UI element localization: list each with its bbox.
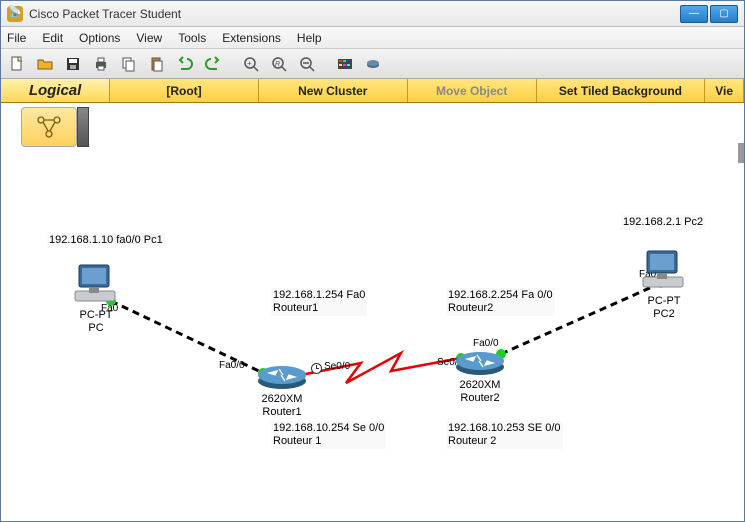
copy-icon[interactable] xyxy=(117,52,141,76)
menu-help[interactable]: Help xyxy=(297,31,322,45)
r2-name: Router2 xyxy=(460,392,499,404)
label-r2-se: 192.168.10.253 SE 0/0 Routeur 2 xyxy=(446,421,563,449)
scroll-indicator xyxy=(738,143,744,163)
minimize-button[interactable]: — xyxy=(680,5,708,23)
nav-new-cluster[interactable]: New Cluster xyxy=(259,79,408,102)
label-r1-fa: 192.168.1.254 Fa0 Routeur1 xyxy=(271,288,367,316)
menu-edit[interactable]: Edit xyxy=(42,31,63,45)
svg-text:R: R xyxy=(275,61,280,68)
nav-viewport[interactable]: Vie xyxy=(705,79,744,102)
device-pc1[interactable]: PC-PTPC xyxy=(71,263,121,334)
pc2-model: PC-PT xyxy=(648,295,681,307)
r1-model: 2620XM xyxy=(262,393,303,405)
window-buttons: — ▢ xyxy=(680,5,738,23)
pc2-name: PC2 xyxy=(653,308,674,320)
logical-handle[interactable] xyxy=(77,107,89,147)
open-file-icon[interactable] xyxy=(33,52,57,76)
title-bar: Cisco Packet Tracer Student — ▢ xyxy=(1,1,744,27)
menu-options[interactable]: Options xyxy=(79,31,120,45)
paste-icon[interactable] xyxy=(145,52,169,76)
new-file-icon[interactable] xyxy=(5,52,29,76)
zoom-reset-icon[interactable]: R xyxy=(267,52,291,76)
print-icon[interactable] xyxy=(89,52,113,76)
tab-logical[interactable]: Logical xyxy=(1,79,110,102)
nav-bar: Logical [Root] New Cluster Move Object S… xyxy=(1,79,744,103)
menu-bar: File Edit Options View Tools Extensions … xyxy=(1,27,744,49)
toolbar: + R xyxy=(1,49,744,79)
r2-model: 2620XM xyxy=(460,379,501,391)
device-router2[interactable]: 2620XMRouter2 xyxy=(453,347,507,404)
undo-icon[interactable] xyxy=(173,52,197,76)
app-icon xyxy=(7,6,23,22)
zoom-in-icon[interactable]: + xyxy=(239,52,263,76)
zoom-out-icon[interactable] xyxy=(295,52,319,76)
menu-tools[interactable]: Tools xyxy=(178,31,206,45)
label-r2-fa: 192.168.2.254 Fa 0/0 Routeur2 xyxy=(446,288,555,316)
redo-icon[interactable] xyxy=(201,52,225,76)
logical-view-icon[interactable] xyxy=(21,107,77,147)
maximize-button[interactable]: ▢ xyxy=(710,5,738,23)
label-pc2-ip: 192.168.2.1 Pc2 xyxy=(621,215,705,230)
label-r1-se: 192.168.10.254 Se 0/0 Routeur 1 xyxy=(271,421,386,449)
r1-name: Router1 xyxy=(262,406,301,418)
label-pc1-ip: 192.168.1.10 fa0/0 Pc1 xyxy=(47,233,165,248)
workspace-canvas[interactable]: 192.168.1.10 fa0/0 Pc1 192.168.2.1 Pc2 1… xyxy=(1,103,744,521)
iflabel-r1fa: Fa0/0 xyxy=(219,360,245,371)
save-icon[interactable] xyxy=(61,52,85,76)
nav-tiled-bg[interactable]: Set Tiled Background xyxy=(537,79,706,102)
clock-icon xyxy=(311,363,322,374)
device-pc2[interactable]: PC-PTPC2 xyxy=(639,249,689,320)
device-router1[interactable]: 2620XMRouter1 xyxy=(255,361,309,418)
pc1-model: PC-PT xyxy=(80,309,113,321)
pc1-name: PC xyxy=(88,322,103,334)
menu-file[interactable]: File xyxy=(7,31,26,45)
iflabel-r1se: Se0/0 xyxy=(324,361,350,372)
window-title: Cisco Packet Tracer Student xyxy=(29,7,680,21)
svg-text:+: + xyxy=(247,59,252,68)
nav-move-object: Move Object xyxy=(408,79,537,102)
nav-root[interactable]: [Root] xyxy=(110,79,259,102)
menu-view[interactable]: View xyxy=(136,31,162,45)
menu-extensions[interactable]: Extensions xyxy=(222,31,281,45)
custom-device-icon[interactable] xyxy=(361,52,385,76)
palette-icon[interactable] xyxy=(333,52,357,76)
